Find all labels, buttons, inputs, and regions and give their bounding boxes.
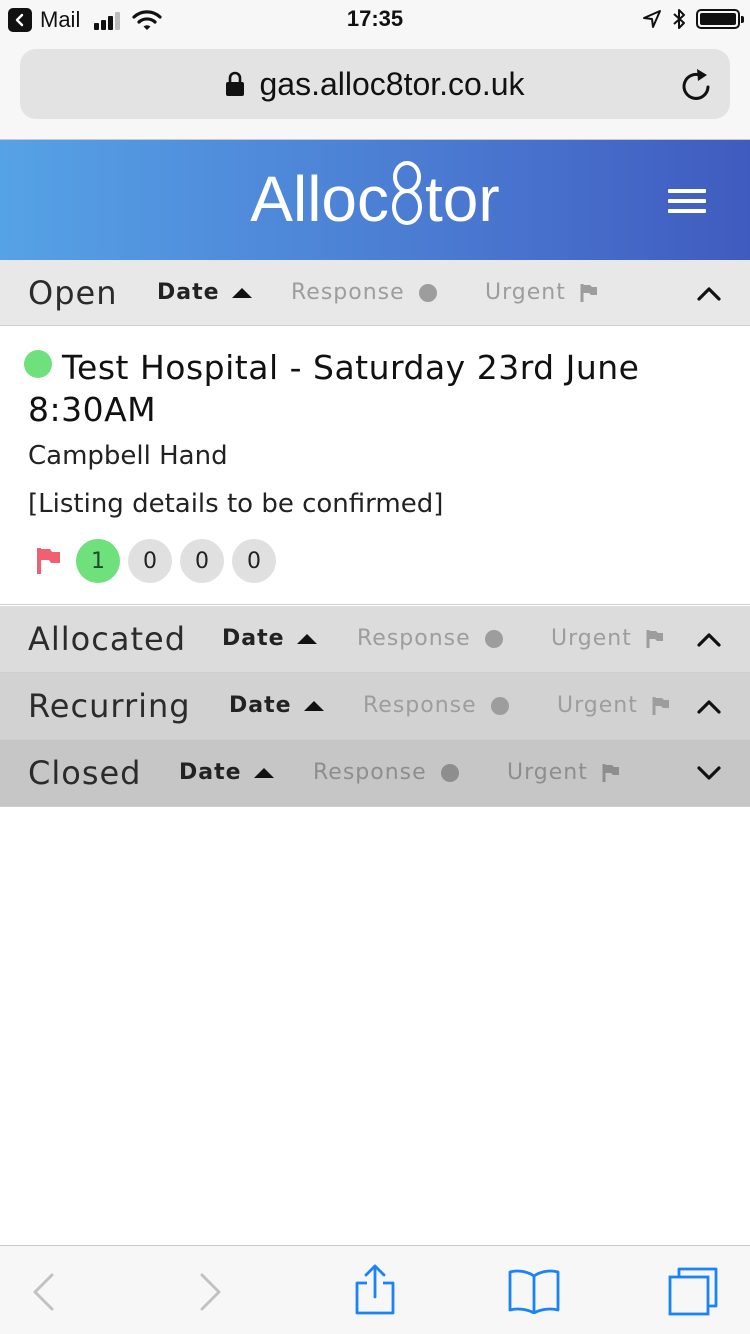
app-logo[interactable]: Alloc tor <box>0 161 750 236</box>
dot-icon <box>418 283 437 302</box>
listing-card[interactable]: Test Hospital - Saturday 23rd June 8:30A… <box>0 327 750 605</box>
section-open-header[interactable]: Open Date Response Urgent <box>0 260 750 326</box>
browser-address-area: gas.alloc8tor.co.uk <box>0 40 750 140</box>
sort-urgent-button[interactable]: Urgent <box>557 693 670 718</box>
section-closed-header[interactable]: Closed Date Response Urgent <box>0 740 750 807</box>
sort-date-button[interactable]: Date <box>222 626 317 651</box>
section-allocated-header[interactable]: Allocated Date Response Urgent <box>0 606 750 673</box>
address-bar[interactable]: gas.alloc8tor.co.uk <box>20 49 730 119</box>
sort-response-label: Response <box>357 626 471 651</box>
section-title: Open <box>28 274 118 312</box>
listing-details: [Listing details to be confirmed] <box>28 489 444 519</box>
share-icon[interactable] <box>354 1264 396 1316</box>
flag-icon <box>646 629 663 648</box>
section-recurring-header[interactable]: Recurring Date Response Urgent <box>0 673 750 740</box>
count-badge: 0 <box>128 539 172 583</box>
sort-urgent-button[interactable]: Urgent <box>485 280 598 305</box>
triangle-up-icon <box>253 767 274 778</box>
count-badge: 1 <box>76 539 120 583</box>
sort-response-label: Response <box>291 280 405 305</box>
listing-title: Test Hospital - Saturday 23rd June 8:30A… <box>28 348 640 429</box>
status-bar: Mail 17:35 <box>0 0 750 40</box>
sort-response-button[interactable]: Response <box>357 626 503 651</box>
logo-text-end: tor <box>425 163 500 235</box>
forward-icon[interactable] <box>198 1272 224 1312</box>
back-icon[interactable] <box>30 1272 56 1312</box>
logo-text-start: Alloc <box>250 163 390 235</box>
sort-urgent-label: Urgent <box>485 280 566 305</box>
sort-urgent-button[interactable]: Urgent <box>551 626 664 651</box>
flag-icon <box>652 696 669 715</box>
sort-response-label: Response <box>313 760 427 785</box>
dot-icon <box>440 763 459 782</box>
bookmarks-icon[interactable] <box>507 1268 561 1314</box>
triangle-up-icon <box>303 700 324 711</box>
sort-date-button[interactable]: Date <box>157 280 252 305</box>
sort-response-label: Response <box>363 693 477 718</box>
section-title: Closed <box>28 754 142 792</box>
flag-icon <box>602 763 619 782</box>
lock-icon <box>226 71 245 96</box>
sort-response-button[interactable]: Response <box>291 280 437 305</box>
bluetooth-icon <box>673 9 685 29</box>
listing-title-wrap[interactable]: Test Hospital - Saturday 23rd June 8:30A… <box>28 347 728 431</box>
tabs-icon[interactable] <box>667 1266 719 1316</box>
sort-urgent-label: Urgent <box>557 693 638 718</box>
section-title: Recurring <box>28 687 191 725</box>
triangle-up-icon <box>296 633 317 644</box>
browser-toolbar <box>0 1245 750 1334</box>
status-right <box>642 8 744 30</box>
sort-date-button[interactable]: Date <box>229 693 324 718</box>
chevron-down-icon[interactable] <box>696 764 722 782</box>
menu-icon[interactable] <box>668 189 706 213</box>
sort-urgent-button[interactable]: Urgent <box>507 760 620 785</box>
chevron-up-icon[interactable] <box>696 630 722 648</box>
chevron-up-icon[interactable] <box>696 697 722 715</box>
url-text[interactable]: gas.alloc8tor.co.uk <box>259 66 524 103</box>
sort-date-label: Date <box>222 626 285 651</box>
flag-icon <box>580 283 597 302</box>
status-time: 17:35 <box>346 6 404 31</box>
app-header: Alloc tor <box>0 140 750 260</box>
count-badge: 0 <box>180 539 224 583</box>
sort-response-button[interactable]: Response <box>313 760 459 785</box>
logo-eight-mark <box>389 161 425 227</box>
sort-response-button[interactable]: Response <box>363 693 509 718</box>
triangle-up-icon <box>231 287 252 298</box>
chevron-up-icon[interactable] <box>696 284 722 302</box>
sort-date-label: Date <box>179 760 242 785</box>
section-title: Allocated <box>28 620 186 658</box>
sort-date-button[interactable]: Date <box>179 760 274 785</box>
dot-icon <box>484 629 503 648</box>
sort-date-label: Date <box>157 280 220 305</box>
listing-badges: 1 0 0 0 <box>36 539 284 583</box>
sort-urgent-label: Urgent <box>551 626 632 651</box>
location-icon <box>643 10 661 28</box>
dot-icon <box>490 696 509 715</box>
listing-person: Campbell Hand <box>28 441 228 471</box>
sort-urgent-label: Urgent <box>507 760 588 785</box>
reload-icon[interactable] <box>680 67 714 103</box>
sort-date-label: Date <box>229 693 292 718</box>
urgent-flag-icon <box>37 548 60 574</box>
battery-icon <box>696 9 744 29</box>
count-badge: 0 <box>232 539 276 583</box>
